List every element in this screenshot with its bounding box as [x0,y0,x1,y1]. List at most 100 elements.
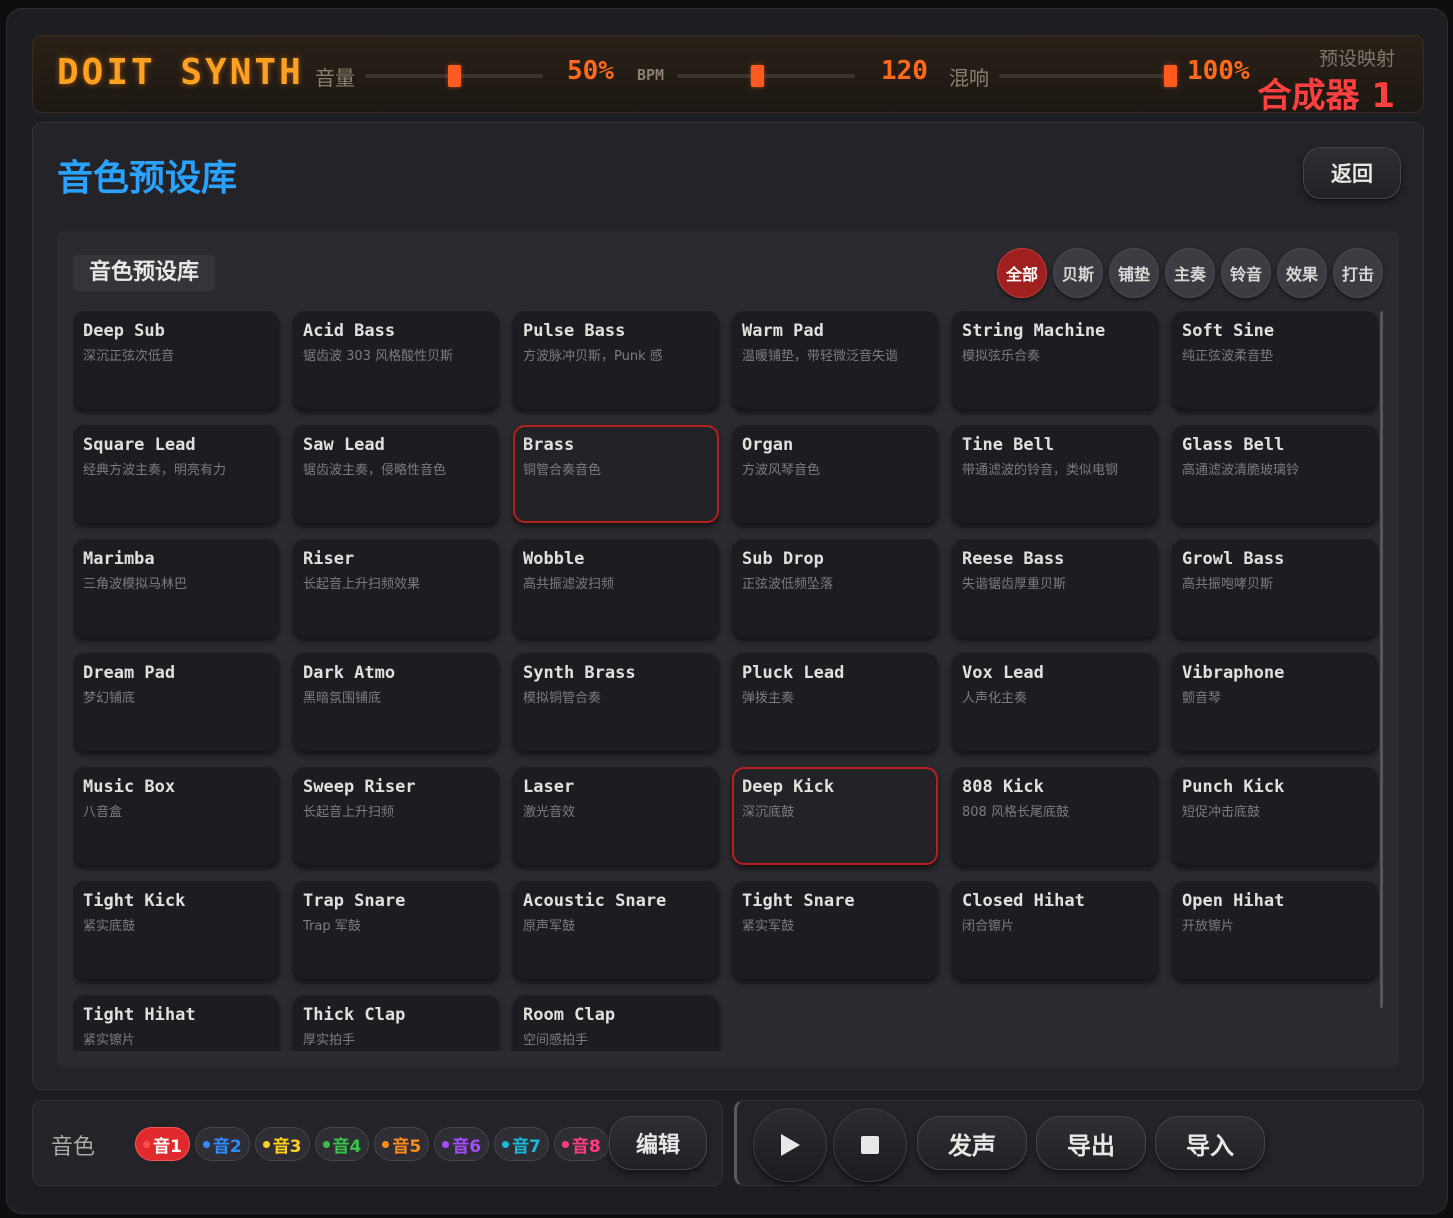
preset-card[interactable]: Acid Bass 锯齿波 303 风格酸性贝斯 [293,311,499,409]
preset-description: 弹拨主奏 [742,691,795,706]
preset-card[interactable]: Deep Sub 深沉正弦次低音 [73,311,279,409]
preset-card[interactable]: Wobble 高共振滤波扫频 [513,539,719,637]
library-title: 音色预设库 [73,255,216,291]
preset-description: 808 风格长尾底鼓 [962,805,1069,820]
preset-name: Marimba [83,549,155,569]
preset-name: Acoustic Snare [523,891,667,911]
preset-description: 深沉正弦次低音 [83,349,175,364]
preset-description: 温暖铺垫，带轻微泛音失谐 [742,349,899,364]
preset-description: 经典方波主奏，明亮有力 [83,463,227,478]
export-button[interactable]: 导出 [1036,1116,1146,1170]
preset-description: 高共振咆哮贝斯 [1182,577,1274,592]
preset-card[interactable]: Brass 铜管合奏音色 [513,425,719,523]
preset-card[interactable]: Tine Bell 带通滤波的铃音，类似电钢 [952,425,1158,523]
preset-name: Synth Brass [523,663,636,683]
voice-button-5[interactable]: 音5 [374,1127,430,1161]
preset-name: Open Hihat [1182,891,1285,911]
preset-description: 高通滤波清脆玻璃铃 [1182,463,1300,478]
preset-card[interactable]: Sub Drop 正弦波低频坠落 [732,539,938,637]
play-button[interactable] [753,1108,827,1182]
preset-card[interactable]: Music Box 八音盒 [73,767,279,865]
bpm-slider-thumb[interactable] [751,65,764,87]
preset-card[interactable]: Open Hihat 开放镲片 [1172,881,1378,979]
volume-slider-thumb[interactable] [448,65,461,87]
preset-card[interactable]: Vox Lead 人声化主奏 [952,653,1158,751]
preset-card[interactable]: Pluck Lead 弹拨主奏 [732,653,938,751]
preset-card[interactable]: Sweep Riser 长起音上升扫频 [293,767,499,865]
preset-card[interactable]: Reese Bass 失谐锯齿厚重贝斯 [952,539,1158,637]
synth-name[interactable]: 合成器 1 [1258,68,1396,117]
preset-card[interactable]: Saw Lead 锯齿波主奏，侵略性音色 [293,425,499,523]
preset-card[interactable]: Organ 方波风琴音色 [732,425,938,523]
sound-button[interactable]: 发声 [917,1116,1027,1170]
voice-color-dot [262,1140,270,1148]
preset-card[interactable]: Warm Pad 温暖铺垫，带轻微泛音失谐 [732,311,938,409]
preset-card[interactable]: Deep Kick 深沉底鼓 [732,767,938,865]
preset-name: Sweep Riser [303,777,416,797]
preset-card[interactable]: Tight Hihat 紧实镲片 [73,995,279,1051]
preset-card[interactable]: Square Lead 经典方波主奏，明亮有力 [73,425,279,523]
voice-button-3[interactable]: 音3 [254,1127,310,1161]
preset-card[interactable]: Synth Brass 模拟铜管合奏 [513,653,719,751]
bpm-slider[interactable] [677,65,855,87]
reverb-slider-thumb[interactable] [1164,65,1177,87]
volume-slider[interactable] [365,65,543,87]
preset-map-label[interactable]: 预设映射 [1319,44,1395,71]
preset-description: 激光音效 [523,805,576,820]
preset-card[interactable]: Tight Kick 紧实底鼓 [73,881,279,979]
voice-button-6[interactable]: 音6 [434,1127,490,1161]
filter-2[interactable]: 铺垫 [1109,248,1159,298]
preset-card[interactable]: String Machine 模拟弦乐合奏 [952,311,1158,409]
filter-0[interactable]: 全部 [997,248,1047,298]
preset-name: Warm Pad [742,321,824,341]
voice-button-8[interactable]: 音8 [553,1127,609,1161]
voice-label-text: 音8 [571,1136,601,1157]
preset-card[interactable]: Marimba 三角波模拟马林巴 [73,539,279,637]
voice-color-dot [502,1140,510,1148]
voice-color-dot [202,1140,210,1148]
preset-card[interactable]: Pulse Bass 方波脉冲贝斯，Punk 感 [513,311,719,409]
voice-color-dot [561,1140,569,1148]
preset-description: 模拟铜管合奏 [523,691,602,706]
preset-card[interactable]: Trap Snare Trap 军鼓 [293,881,499,979]
voice-button-7[interactable]: 音7 [494,1127,549,1161]
preset-card[interactable]: 808 Kick 808 风格长尾底鼓 [952,767,1158,865]
preset-description: 闭合镲片 [962,919,1015,934]
import-button[interactable]: 导入 [1155,1116,1265,1170]
preset-card[interactable]: Tight Snare 紧实军鼓 [732,881,938,979]
preset-card[interactable]: Laser 激光音效 [513,767,719,865]
preset-card[interactable]: Dark Atmo 黑暗氛围铺底 [293,653,499,751]
reverb-slider[interactable] [999,65,1177,87]
category-filters: 全部 贝斯 铺垫 主奏 铃音 效果 打击 [997,248,1383,298]
preset-card[interactable]: Growl Bass 高共振咆哮贝斯 [1172,539,1378,637]
stop-button[interactable] [833,1108,907,1182]
preset-card[interactable]: Room Clap 空间感拍手 [513,995,719,1051]
voice-button-4[interactable]: 音4 [314,1127,370,1161]
preset-name: Laser [523,777,575,797]
preset-card[interactable]: Dream Pad 梦幻铺底 [73,653,279,751]
preset-name: Trap Snare [303,891,406,911]
preset-description: 空间感拍手 [523,1033,589,1048]
preset-card[interactable]: Thick Clap 厚实拍手 [293,995,499,1051]
filter-5[interactable]: 效果 [1277,248,1327,298]
back-button[interactable]: 返回 [1303,147,1401,199]
edit-button[interactable]: 编辑 [609,1116,707,1170]
preset-card[interactable]: Riser 长起音上升扫频效果 [293,539,499,637]
filter-6[interactable]: 打击 [1333,248,1383,298]
filter-1[interactable]: 贝斯 [1053,248,1103,298]
preset-card[interactable]: Punch Kick 短促冲击底鼓 [1172,767,1378,865]
voice-button-1[interactable]: 音1 [135,1127,190,1161]
preset-card[interactable]: Closed Hihat 闭合镲片 [952,881,1158,979]
preset-card[interactable]: Glass Bell 高通滤波清脆玻璃铃 [1172,425,1378,523]
preset-name: Closed Hihat [962,891,1085,911]
preset-name: String Machine [962,321,1106,341]
preset-card[interactable]: Soft Sine 纯正弦波柔音垫 [1172,311,1378,409]
preset-card[interactable]: Vibraphone 颤音琴 [1172,653,1378,751]
preset-card[interactable]: Acoustic Snare 原声军鼓 [513,881,719,979]
filter-3[interactable]: 主奏 [1165,248,1215,298]
voice-color-dot [442,1140,450,1148]
preset-description: 纯正弦波柔音垫 [1182,349,1274,364]
scrollbar[interactable] [1380,311,1383,1008]
voice-button-2[interactable]: 音2 [194,1127,250,1161]
filter-4[interactable]: 铃音 [1221,248,1271,298]
